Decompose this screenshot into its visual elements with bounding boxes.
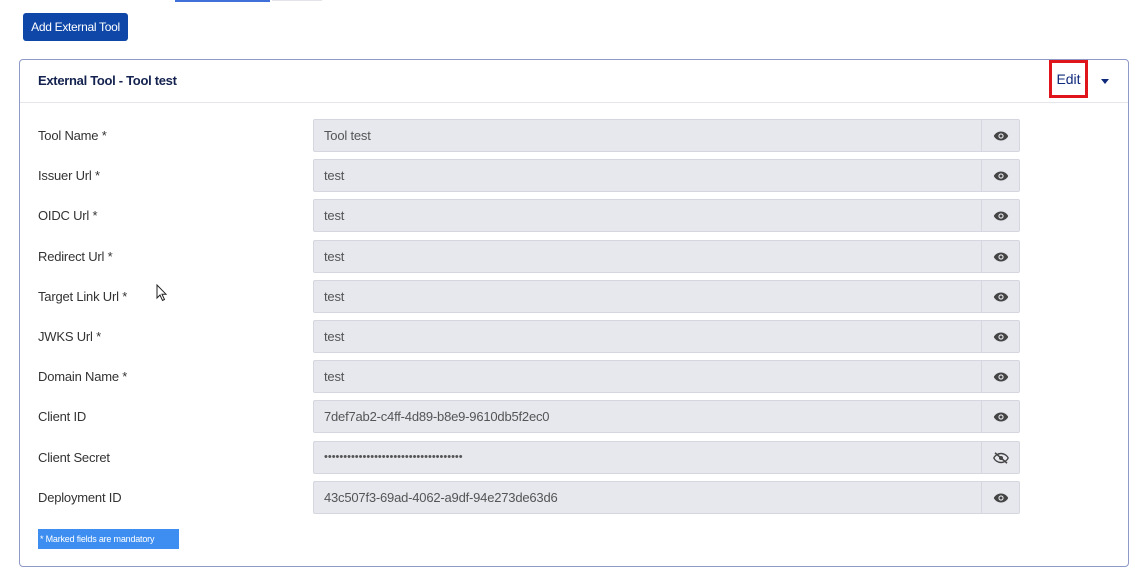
panel-title: External Tool - Tool test — [38, 73, 177, 88]
domain-name-label: Domain Name * — [38, 369, 128, 384]
eye-icon[interactable] — [981, 360, 1020, 393]
eye-slash-icon[interactable] — [981, 441, 1020, 474]
form-row-jwks-url: JWKS Url * test — [20, 320, 1130, 353]
eye-icon[interactable] — [981, 280, 1020, 313]
redirect-url-field[interactable]: test — [313, 240, 981, 273]
client-id-field[interactable]: 7def7ab2-c4ff-4d89-b8e9-9610db5f2ec0 — [313, 400, 981, 433]
external-tool-panel: External Tool - Tool test Edit Tool Name… — [19, 59, 1129, 567]
tool-name-label: Tool Name * — [38, 128, 107, 143]
jwks-url-field[interactable]: test — [313, 320, 981, 353]
oidc-url-label: OIDC Url * — [38, 208, 98, 223]
form-row-client-secret: Client Secret •••••••••••••••••••••••••••… — [20, 441, 1130, 474]
form-row-redirect-url: Redirect Url * test — [20, 240, 1130, 273]
panel-header: External Tool - Tool test Edit — [20, 60, 1128, 103]
eye-icon[interactable] — [981, 159, 1020, 192]
client-secret-label: Client Secret — [38, 450, 110, 465]
form-row-target-link-url: Target Link Url * test — [20, 280, 1130, 313]
jwks-url-label: JWKS Url * — [38, 329, 102, 344]
domain-name-field[interactable]: test — [313, 360, 981, 393]
eye-icon[interactable] — [981, 119, 1020, 152]
add-external-tool-button[interactable]: Add External Tool — [23, 13, 128, 41]
target-link-url-field[interactable]: test — [313, 280, 981, 313]
form-row-client-id: Client ID 7def7ab2-c4ff-4d89-b8e9-9610db5… — [20, 400, 1130, 433]
eye-icon[interactable] — [981, 481, 1020, 514]
redirect-url-label: Redirect Url * — [38, 249, 113, 264]
target-link-url-label: Target Link Url * — [38, 289, 128, 304]
mandatory-fields-note: * Marked fields are mandatory — [38, 529, 179, 549]
eye-icon[interactable] — [981, 400, 1020, 433]
form-row-issuer-url: Issuer Url * test — [20, 159, 1130, 192]
tool-name-field[interactable]: Tool test — [313, 119, 981, 152]
deployment-id-label: Deployment ID — [38, 490, 122, 505]
form-row-tool-name: Tool Name * Tool test — [20, 119, 1130, 152]
issuer-url-label: Issuer Url * — [38, 168, 100, 183]
eye-icon[interactable] — [981, 199, 1020, 232]
tab-divider — [272, 0, 322, 1]
client-id-label: Client ID — [38, 409, 87, 424]
oidc-url-field[interactable]: test — [313, 199, 981, 232]
deployment-id-field[interactable]: 43c507f3-69ad-4062-a9df-94e273de63d6 — [313, 481, 981, 514]
form-row-oidc-url: OIDC Url * test — [20, 199, 1130, 232]
edit-button[interactable]: Edit — [1049, 60, 1088, 98]
issuer-url-field[interactable]: test — [313, 159, 981, 192]
client-secret-field[interactable]: •••••••••••••••••••••••••••••••••••• — [313, 441, 981, 474]
form-row-domain-name: Domain Name * test — [20, 360, 1130, 393]
eye-icon[interactable] — [981, 240, 1020, 273]
mouse-cursor-icon — [156, 284, 168, 302]
form-row-deployment-id: Deployment ID 43c507f3-69ad-4062-a9df-94e… — [20, 481, 1130, 514]
caret-down-icon[interactable] — [1099, 76, 1111, 86]
active-tab-indicator — [175, 0, 270, 2]
eye-icon[interactable] — [981, 320, 1020, 353]
